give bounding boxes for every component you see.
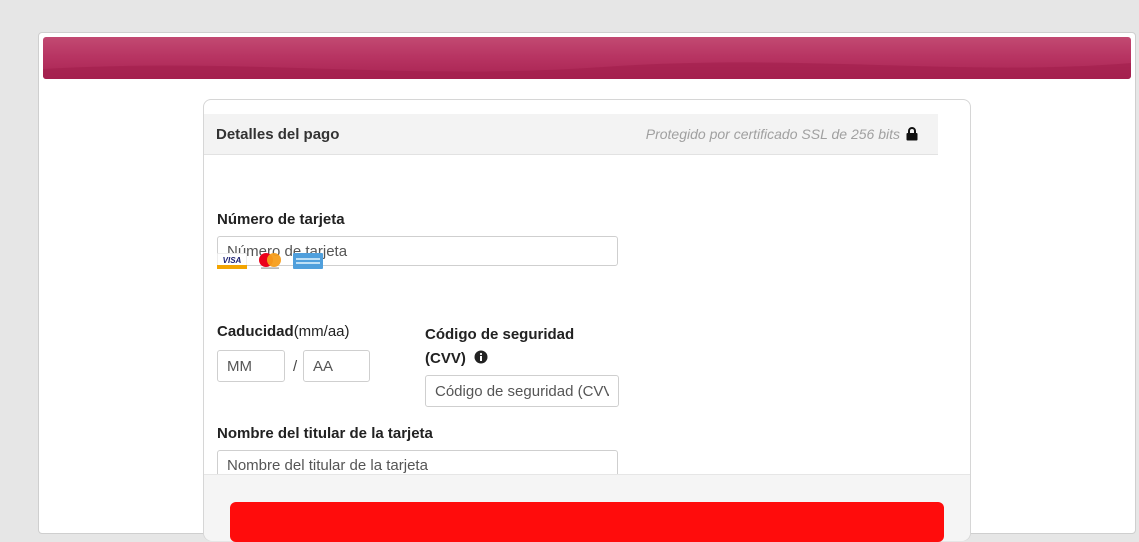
- cvv-label-line2: (CVV): [425, 350, 466, 367]
- expiry-month-input[interactable]: [217, 350, 285, 382]
- cvv-input[interactable]: [425, 375, 619, 407]
- expiry-year-input[interactable]: [303, 350, 370, 382]
- card-brands: VISA: [217, 252, 323, 270]
- pay-button[interactable]: [230, 502, 944, 542]
- expiry-hint: (mm/aa): [293, 323, 350, 340]
- payment-card: Detalles del pago Protegido por certific…: [203, 99, 971, 542]
- ssl-note: Protegido por certificado SSL de 256 bit…: [646, 126, 918, 142]
- amex-icon: [293, 253, 323, 269]
- payment-title: Detalles del pago: [216, 126, 340, 143]
- expiry-separator: /: [293, 358, 298, 375]
- payment-header: Detalles del pago Protegido por certific…: [204, 114, 938, 155]
- expiry-label-text: Caducidad: [217, 323, 294, 340]
- page-frame: Detalles del pago Protegido por certific…: [38, 32, 1136, 542]
- banner-wave-decoration: [43, 62, 1131, 79]
- visa-icon: VISA: [217, 253, 247, 269]
- card-number-label: Número de tarjeta: [217, 211, 345, 228]
- lock-icon: [906, 127, 918, 141]
- svg-text:VISA: VISA: [223, 256, 242, 265]
- cvv-label: Código de seguridad (CVV): [425, 323, 574, 371]
- ssl-note-text: Protegido por certificado SSL de 256 bit…: [645, 126, 900, 142]
- info-icon[interactable]: [474, 350, 488, 364]
- holder-label: Nombre del titular de la tarjeta: [217, 425, 433, 442]
- mastercard-icon: [259, 253, 281, 269]
- header-banner: [43, 37, 1131, 79]
- cvv-label-line1: Código de seguridad: [425, 326, 575, 343]
- cvv-label-line2-wrap: (CVV): [425, 347, 574, 371]
- expiry-label: Caducidad(mm/aa): [217, 323, 350, 340]
